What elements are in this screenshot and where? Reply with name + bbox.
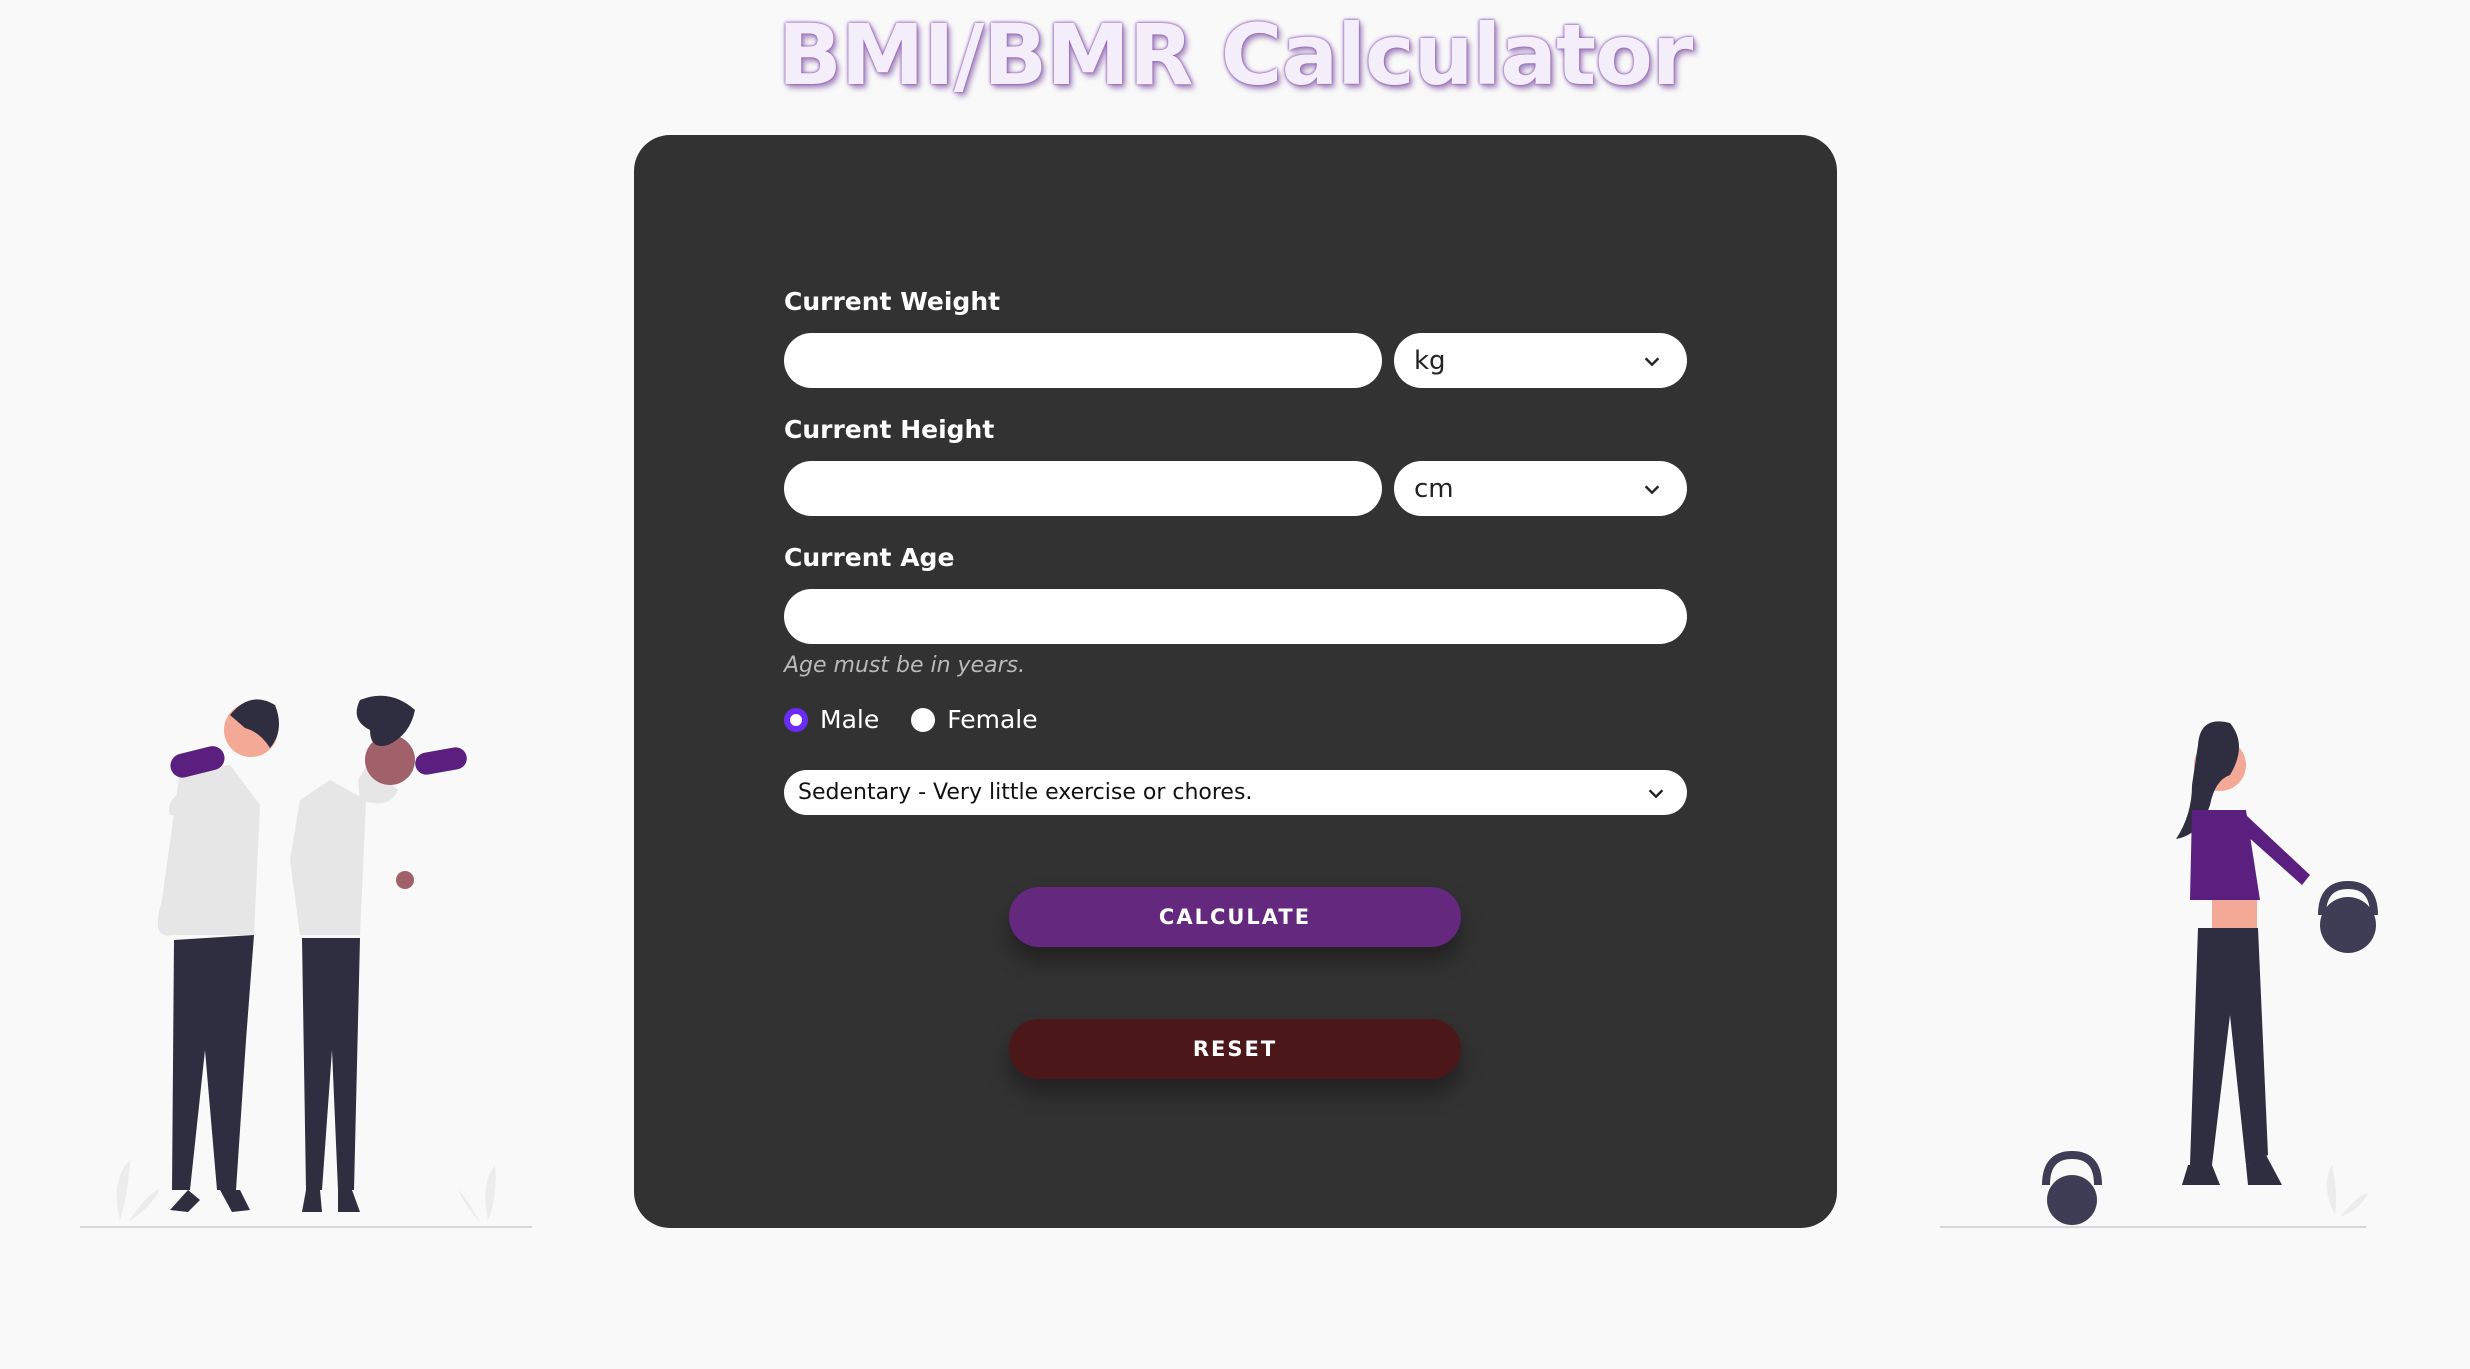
chevron-down-icon [1644,484,1660,494]
weight-unit-value: kg [1414,345,1446,376]
activity-level-value: Sedentary - Very little exercise or chor… [798,780,1253,805]
activity-level-select[interactable]: Sedentary - Very little exercise or chor… [784,770,1687,815]
height-input[interactable] [784,461,1382,516]
reset-button[interactable]: RESET [1009,1019,1461,1079]
woman-kettlebell-illustration [1940,721,2378,1228]
male-label[interactable]: Male [820,705,879,734]
height-unit-value: cm [1414,473,1454,504]
chevron-down-icon [1644,356,1660,366]
female-label[interactable]: Female [947,705,1037,734]
age-hint: Age must be in years. [784,653,1026,678]
gender-radio-group: Male Female [784,705,1070,734]
people-drinking-illustration [80,695,532,1228]
chevron-down-icon [1648,788,1664,798]
male-radio[interactable] [784,707,808,732]
calculate-button[interactable]: CALCULATE [1009,887,1461,947]
weight-label: Current Weight [784,287,1001,316]
age-label: Current Age [784,543,955,572]
female-radio[interactable] [911,707,936,732]
page-title: BMI/BMR Calculator [777,6,1694,104]
weight-unit-select[interactable]: kg [1394,333,1687,388]
calculator-card: Current Weight kg Current Height cm Curr… [634,135,1837,1228]
height-label: Current Height [784,415,995,444]
weight-input[interactable] [784,333,1382,388]
height-unit-select[interactable]: cm [1394,461,1687,516]
age-input[interactable] [784,589,1687,644]
